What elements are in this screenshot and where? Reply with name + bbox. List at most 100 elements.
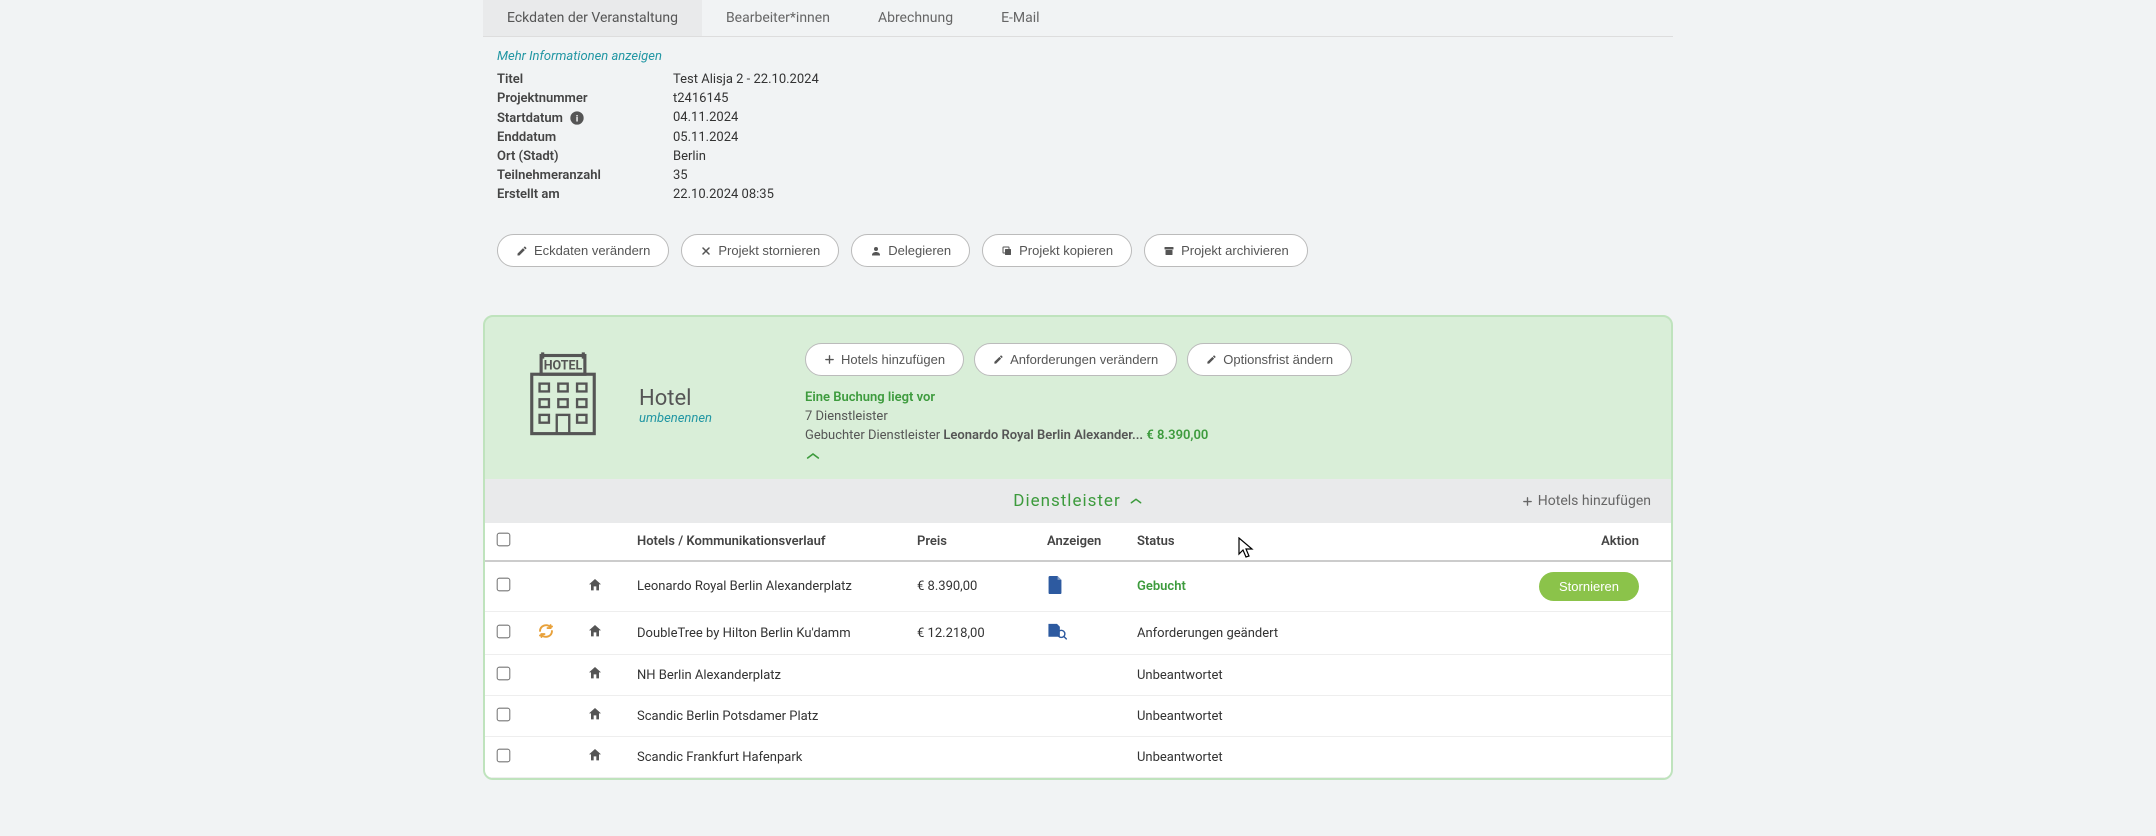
- row-checkbox[interactable]: [497, 624, 511, 638]
- hotel-name[interactable]: Scandic Frankfurt Hafenpark: [637, 750, 917, 765]
- table-row: DoubleTree by Hilton Berlin Ku'damm € 12…: [485, 612, 1671, 655]
- home-icon[interactable]: [587, 706, 603, 722]
- status-text: Anforderungen geändert: [1137, 626, 1278, 641]
- plus-icon: [1522, 496, 1533, 507]
- tab-abrechnung[interactable]: Abrechnung: [854, 0, 977, 36]
- label-startdatum-text: Startdatum: [497, 111, 563, 126]
- value-enddatum: 05.11.2024: [673, 130, 738, 145]
- copy-project-label: Projekt kopieren: [1019, 243, 1113, 258]
- booked-price: € 8.390,00: [1146, 428, 1208, 443]
- archive-icon: [1163, 245, 1175, 257]
- stornieren-button[interactable]: Stornieren: [1539, 572, 1639, 601]
- change-optionsfrist-button[interactable]: Optionsfrist ändern: [1187, 343, 1352, 376]
- change-optionsfrist-label: Optionsfrist ändern: [1223, 352, 1333, 367]
- dienstleister-title-text: Dienstleister: [1013, 491, 1120, 511]
- tab-email[interactable]: E-Mail: [977, 0, 1063, 36]
- delegate-button[interactable]: Delegieren: [851, 234, 970, 267]
- pencil-icon: [516, 245, 528, 257]
- value-titel: Test Alisja 2 - 22.10.2024: [673, 72, 819, 87]
- home-icon[interactable]: [587, 577, 603, 593]
- booked-provider-line: Gebuchter Dienstleister Leonardo Royal B…: [805, 428, 1643, 443]
- row-checkbox[interactable]: [497, 707, 511, 721]
- archive-project-label: Projekt archivieren: [1181, 243, 1289, 258]
- value-ort: Berlin: [673, 149, 706, 164]
- pencil-icon: [1206, 354, 1217, 365]
- document-search-icon[interactable]: [1047, 622, 1067, 640]
- hotel-name[interactable]: DoubleTree by Hilton Berlin Ku'damm: [637, 626, 917, 641]
- table-row: NH Berlin Alexanderplatz Unbeantwortet: [485, 655, 1671, 696]
- hotel-price: € 8.390,00: [917, 579, 1047, 594]
- hotel-building-icon: HOTEL: [513, 343, 613, 469]
- info-icon[interactable]: i: [569, 110, 585, 126]
- archive-project-button[interactable]: Projekt archivieren: [1144, 234, 1308, 267]
- label-projektnummer: Projektnummer: [497, 91, 673, 106]
- provider-count-text: 7 Dienstleister: [805, 409, 1643, 424]
- value-erstellt: 22.10.2024 08:35: [673, 187, 774, 202]
- dienstleister-header: Dienstleister Hotels hinzufügen: [485, 479, 1671, 523]
- more-info-link[interactable]: Mehr Informationen anzeigen: [497, 49, 1659, 64]
- svg-text:HOTEL: HOTEL: [544, 359, 583, 374]
- table-row: Leonardo Royal Berlin Alexanderplatz € 8…: [485, 562, 1671, 612]
- project-actions: Eckdaten verändern Projekt stornieren De…: [483, 224, 1673, 287]
- label-erstellt: Erstellt am: [497, 187, 673, 202]
- status-badge: Gebucht: [1137, 579, 1186, 594]
- label-teilnehmer: Teilnehmeranzahl: [497, 168, 673, 183]
- add-hotels-link-label: Hotels hinzufügen: [1538, 493, 1651, 509]
- pencil-icon: [993, 354, 1004, 365]
- copy-project-button[interactable]: Projekt kopieren: [982, 234, 1132, 267]
- hotel-rename-link[interactable]: umbenennen: [639, 411, 779, 426]
- cancel-project-button[interactable]: Projekt stornieren: [681, 234, 839, 267]
- col-hotels: Hotels / Kommunikationsverlauf: [637, 534, 917, 549]
- label-startdatum: Startdatum i: [497, 110, 673, 126]
- hotel-name[interactable]: Scandic Berlin Potsdamer Platz: [637, 709, 917, 724]
- hotel-table: Hotels / Kommunikationsverlauf Preis Anz…: [485, 523, 1671, 778]
- col-aktion: Aktion: [1407, 534, 1659, 549]
- tab-eckdaten[interactable]: Eckdaten der Veranstaltung: [483, 0, 702, 36]
- hotel-section-title: Hotel: [639, 386, 779, 411]
- cancel-project-label: Projekt stornieren: [718, 243, 820, 258]
- add-hotels-link[interactable]: Hotels hinzufügen: [1522, 493, 1651, 509]
- label-titel: Titel: [497, 72, 673, 87]
- close-icon: [700, 245, 712, 257]
- plus-icon: [824, 354, 835, 365]
- col-status: Status: [1137, 534, 1407, 549]
- table-row: Scandic Frankfurt Hafenpark Unbeantworte…: [485, 737, 1671, 778]
- change-requirements-button[interactable]: Anforderungen verändern: [974, 343, 1177, 376]
- status-text: Unbeantwortet: [1137, 709, 1223, 724]
- table-header: Hotels / Kommunikationsverlauf Preis Anz…: [485, 523, 1671, 562]
- copy-icon: [1001, 245, 1013, 257]
- svg-text:i: i: [576, 113, 579, 123]
- home-icon[interactable]: [587, 665, 603, 681]
- label-enddatum: Enddatum: [497, 130, 673, 145]
- hotel-name[interactable]: NH Berlin Alexanderplatz: [637, 668, 917, 683]
- dienstleister-toggle[interactable]: Dienstleister: [1013, 491, 1142, 511]
- pdf-icon[interactable]: [1047, 576, 1063, 594]
- value-startdatum: 04.11.2024: [673, 110, 738, 126]
- home-icon[interactable]: [587, 623, 603, 639]
- status-text: Unbeantwortet: [1137, 668, 1223, 683]
- collapse-up-toggle[interactable]: [805, 447, 1643, 469]
- change-requirements-label: Anforderungen verändern: [1010, 352, 1158, 367]
- value-projektnummer: t2416145: [673, 91, 728, 106]
- chevron-up-icon: [1129, 496, 1143, 506]
- col-anzeigen: Anzeigen: [1047, 534, 1137, 549]
- edit-eckdaten-button[interactable]: Eckdaten verändern: [497, 234, 669, 267]
- user-icon: [870, 245, 882, 257]
- tabs: Eckdaten der Veranstaltung Bearbeiter*in…: [483, 0, 1673, 37]
- add-hotels-button[interactable]: Hotels hinzufügen: [805, 343, 964, 376]
- add-hotels-label: Hotels hinzufügen: [841, 352, 945, 367]
- booked-label: Gebuchter Dienstleister: [805, 428, 943, 443]
- booked-name: Leonardo Royal Berlin Alexander...: [943, 428, 1143, 443]
- select-all-checkbox[interactable]: [497, 533, 511, 547]
- hotel-name[interactable]: Leonardo Royal Berlin Alexanderplatz: [637, 579, 917, 594]
- hotel-price: € 12.218,00: [917, 626, 1047, 641]
- row-checkbox[interactable]: [497, 748, 511, 762]
- edit-eckdaten-label: Eckdaten verändern: [534, 243, 650, 258]
- value-teilnehmer: 35: [673, 168, 688, 183]
- col-preis: Preis: [917, 534, 1047, 549]
- tab-bearbeiter[interactable]: Bearbeiter*innen: [702, 0, 854, 36]
- home-icon[interactable]: [587, 747, 603, 763]
- table-row: Scandic Berlin Potsdamer Platz Unbeantwo…: [485, 696, 1671, 737]
- row-checkbox[interactable]: [497, 666, 511, 680]
- row-checkbox[interactable]: [497, 578, 511, 592]
